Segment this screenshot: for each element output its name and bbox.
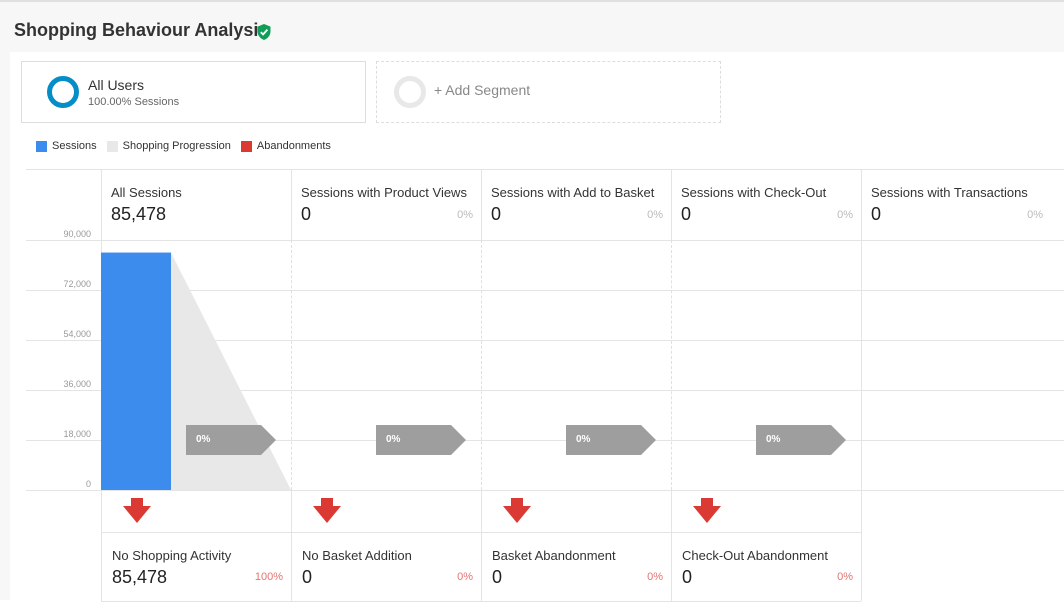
report-panel — [10, 52, 1064, 608]
legend-swatch-abandonments — [240, 140, 252, 152]
add-segment-button[interactable]: + Add Segment — [376, 61, 721, 123]
chart-legend: Sessions Shopping Progression Abandonmen… — [36, 140, 331, 152]
legend-label-abandonments: Abandonments — [256, 140, 331, 152]
legend-label-sessions: Sessions — [52, 140, 97, 152]
legend-label-progression: Shopping Progression — [122, 140, 231, 152]
legend-swatch-progression — [106, 140, 118, 152]
legend-item-progression: Shopping Progression — [106, 140, 231, 152]
legend-swatch-sessions — [36, 140, 47, 152]
segment-all-users[interactable]: All Users 100.00% Sessions — [21, 61, 366, 123]
page-title: Shopping Behaviour Analysis — [14, 20, 269, 40]
segment-ring-icon — [47, 76, 79, 108]
legend-item-abandonments: Abandonments — [240, 140, 331, 152]
verified-shield-icon — [257, 24, 271, 40]
add-segment-label: + Add Segment — [434, 82, 531, 98]
empty-segment-ring-icon — [394, 76, 426, 108]
segment-detail: 100.00% Sessions — [88, 96, 180, 108]
legend-item-sessions: Sessions — [36, 140, 97, 152]
segment-name: All Users — [88, 77, 145, 93]
